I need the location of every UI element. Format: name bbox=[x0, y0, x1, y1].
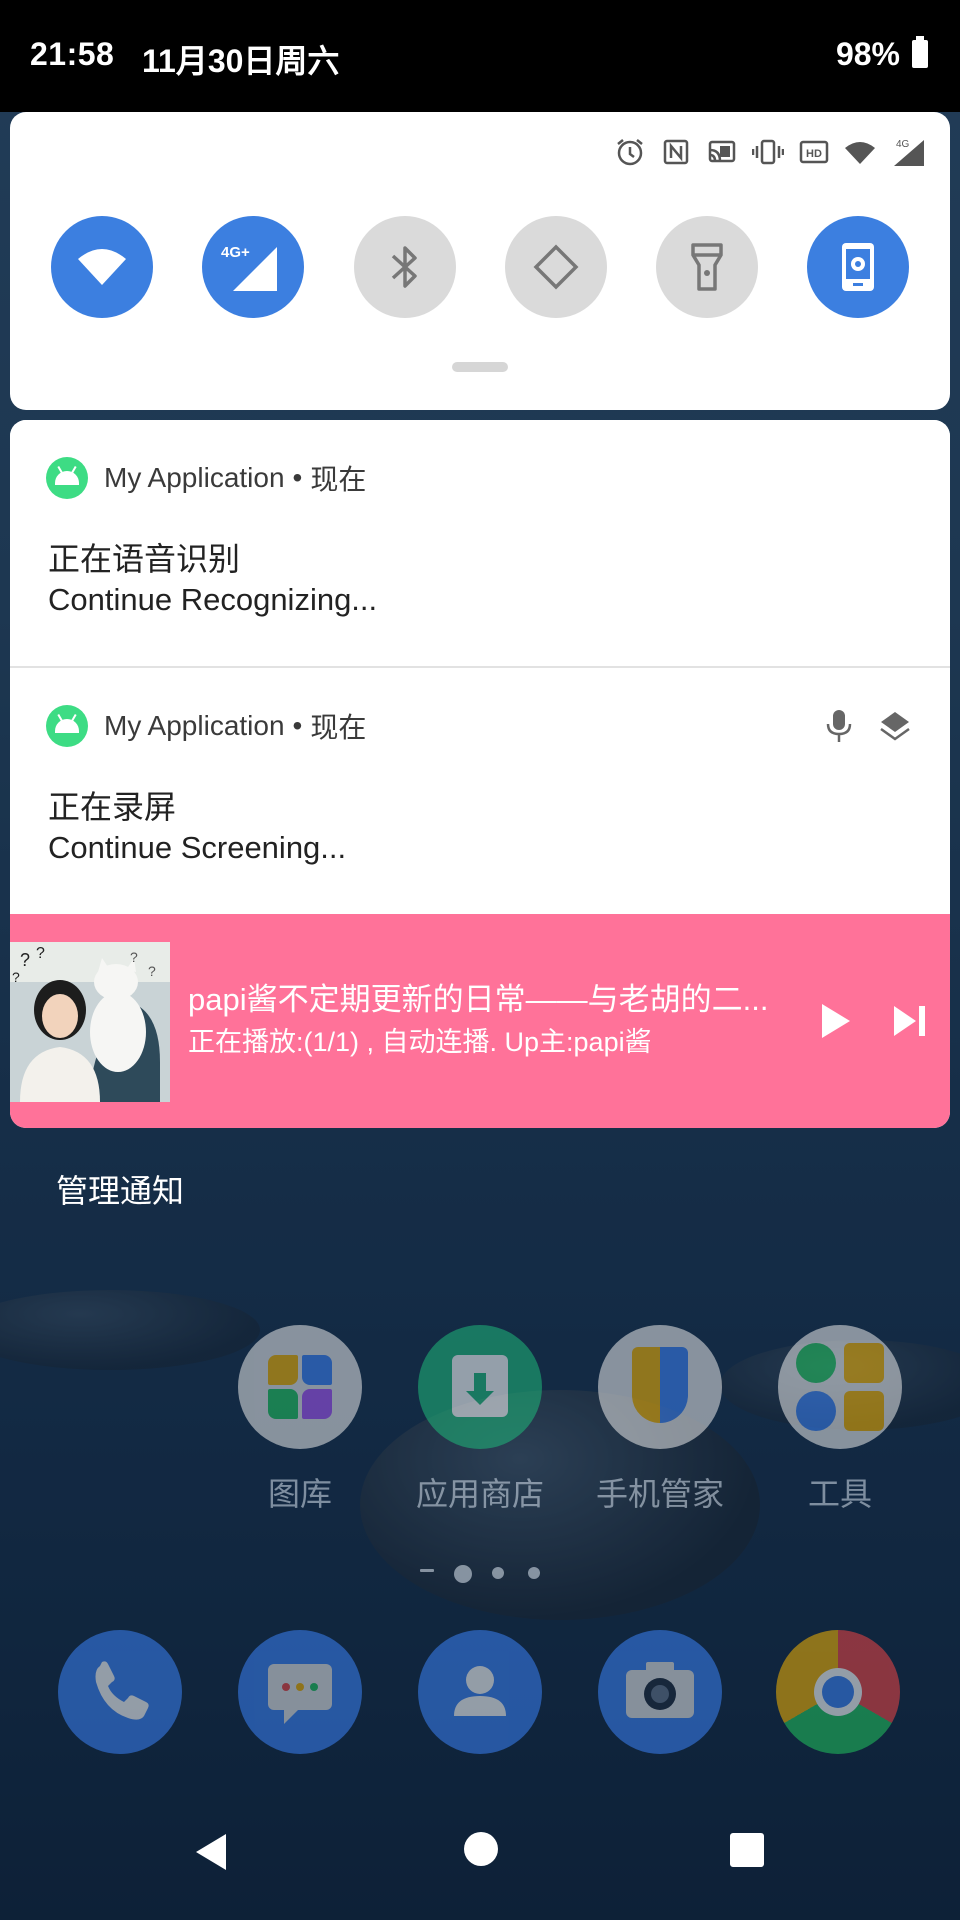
wifi-icon bbox=[845, 142, 875, 164]
mobile-data-label: 4G+ bbox=[221, 244, 250, 261]
notification-time: 现在 bbox=[310, 712, 367, 743]
alarm-icon bbox=[617, 139, 643, 166]
quick-settings-panel: HD 4G 4G+ bbox=[10, 112, 950, 410]
skip-next-icon[interactable] bbox=[886, 996, 936, 1046]
app-label: 应用商店 bbox=[415, 1476, 544, 1512]
svg-text:?: ? bbox=[20, 950, 30, 970]
notification-header: My Application • 现在 bbox=[46, 704, 366, 748]
mic-icon bbox=[826, 710, 852, 742]
notification-app-name: My Application bbox=[104, 710, 285, 741]
app-tools-folder[interactable]: 工具 bbox=[760, 1325, 920, 1515]
cast-icon bbox=[708, 140, 736, 163]
app-label: 图库 bbox=[267, 1476, 332, 1512]
phone-icon[interactable] bbox=[58, 1630, 182, 1754]
tile-wifi[interactable] bbox=[51, 216, 153, 318]
svg-text:?: ? bbox=[36, 945, 45, 962]
chrome-icon[interactable] bbox=[776, 1630, 900, 1754]
manage-notifications-link[interactable]: 管理通知 bbox=[56, 1166, 184, 1212]
svg-text:HD: HD bbox=[806, 148, 822, 160]
page-indicator bbox=[418, 1563, 558, 1583]
screen-record-icon bbox=[842, 243, 874, 291]
status-time: 21:58 bbox=[30, 36, 115, 72]
vibrate-icon bbox=[752, 139, 784, 165]
media-notification[interactable]: ? ? ? ? ? papi酱不定期更新的日常——与老胡的二... 正在播放:(… bbox=[10, 914, 950, 1128]
tile-mobile-data[interactable]: 4G+ bbox=[202, 216, 304, 318]
android-icon bbox=[46, 457, 88, 499]
notification-text: Continue Screening... bbox=[48, 830, 347, 865]
recents-icon[interactable] bbox=[727, 1830, 767, 1870]
wifi-icon bbox=[78, 249, 126, 285]
notification-separator: • bbox=[292, 710, 303, 741]
messages-icon[interactable] bbox=[238, 1630, 362, 1754]
notification-screen-record[interactable]: My Application • 现在 正在录屏 Continue Screen… bbox=[10, 668, 950, 914]
status-date: 11月30日周六 bbox=[142, 43, 340, 79]
notification-list: My Application • 现在 正在语音识别 Continue Reco… bbox=[10, 420, 950, 1128]
home-app-row: 图库 应用商店 手机管家 工具 bbox=[0, 1325, 960, 1525]
notification-status-icons bbox=[824, 708, 912, 744]
mobile-signal-icon: 4G+ bbox=[221, 244, 277, 291]
layers-icon bbox=[880, 712, 910, 741]
qs-status-icons: HD 4G bbox=[614, 132, 928, 172]
app-store[interactable]: 应用商店 bbox=[400, 1325, 560, 1515]
page-dot bbox=[528, 1567, 540, 1579]
dock bbox=[0, 1630, 960, 1760]
qs-drag-handle[interactable] bbox=[452, 362, 508, 372]
notification-voice-recognition[interactable]: My Application • 现在 正在语音识别 Continue Reco… bbox=[10, 420, 950, 666]
notification-header: My Application • 现在 bbox=[46, 456, 366, 500]
back-icon[interactable] bbox=[190, 1830, 234, 1874]
svg-text:?: ? bbox=[130, 949, 138, 965]
flashlight-icon bbox=[691, 243, 723, 291]
android-icon bbox=[46, 705, 88, 747]
gallery-icon bbox=[238, 1325, 362, 1449]
quick-settings-tiles: 4G+ bbox=[10, 216, 950, 320]
tile-flashlight[interactable] bbox=[656, 216, 758, 318]
svg-text:?: ? bbox=[12, 969, 20, 985]
notification-title: 正在语音识别 bbox=[48, 541, 241, 577]
play-icon[interactable] bbox=[810, 996, 860, 1046]
notification-time: 现在 bbox=[310, 464, 367, 495]
shield-icon bbox=[598, 1325, 722, 1449]
media-title: papi酱不定期更新的日常——与老胡的二... bbox=[188, 982, 769, 1017]
app-label: 工具 bbox=[807, 1476, 872, 1512]
nfc-icon bbox=[663, 139, 689, 165]
album-cover-image: ? ? ? ? ? bbox=[10, 942, 170, 1102]
camera-icon[interactable] bbox=[598, 1630, 722, 1754]
app-store-icon bbox=[418, 1325, 542, 1449]
status-bar: 21:58 11月30日周六 98% bbox=[0, 0, 960, 112]
notification-app-name: My Application bbox=[104, 462, 285, 493]
bluetooth-icon bbox=[391, 246, 417, 288]
page-dot bbox=[492, 1567, 504, 1579]
rotate-icon bbox=[533, 244, 579, 290]
notification-text: Continue Recognizing... bbox=[48, 582, 378, 617]
contacts-icon[interactable] bbox=[418, 1630, 542, 1754]
app-phone-manager[interactable]: 手机管家 bbox=[580, 1325, 740, 1515]
notification-title: 正在录屏 bbox=[48, 789, 177, 825]
navigation-bar bbox=[0, 1790, 960, 1920]
hd-icon: HD bbox=[799, 140, 829, 164]
tile-auto-rotate[interactable] bbox=[505, 216, 607, 318]
notification-separator: • bbox=[292, 462, 303, 493]
svg-text:?: ? bbox=[148, 963, 156, 979]
tile-screen-record[interactable] bbox=[807, 216, 909, 318]
battery-icon bbox=[912, 36, 928, 68]
battery-percent: 98% bbox=[835, 36, 900, 72]
media-subtitle: 正在播放:(1/1) , 自动连播. Up主:papi酱 bbox=[188, 1027, 652, 1057]
page-dot-active bbox=[454, 1565, 472, 1583]
network-type-label: 4G bbox=[896, 139, 910, 150]
app-label: 手机管家 bbox=[595, 1476, 724, 1512]
app-gallery[interactable]: 图库 bbox=[220, 1325, 380, 1515]
signal-icon: 4G bbox=[894, 139, 924, 166]
page-menu-icon bbox=[420, 1569, 434, 1572]
folder-icon bbox=[778, 1325, 902, 1449]
home-icon[interactable] bbox=[462, 1830, 500, 1868]
tile-bluetooth[interactable] bbox=[354, 216, 456, 318]
